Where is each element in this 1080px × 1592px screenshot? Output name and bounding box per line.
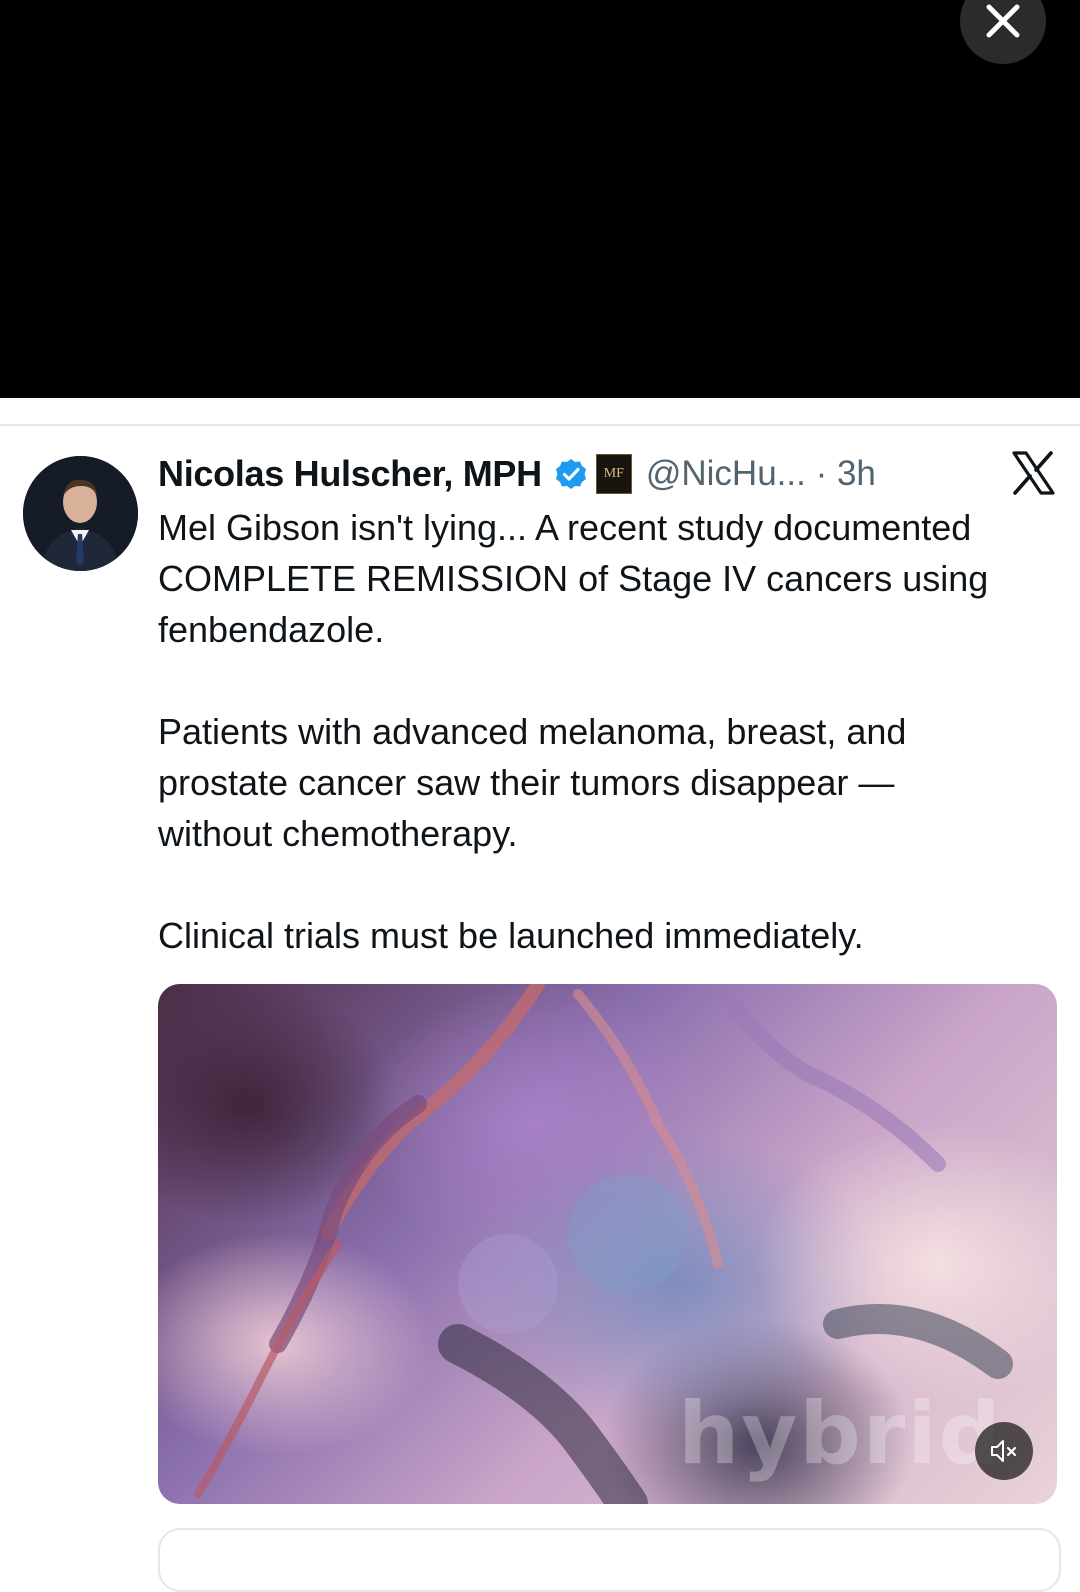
tweet-paragraph: Clinical trials must be launched immedia… — [158, 915, 864, 956]
x-logo-icon — [1012, 451, 1055, 495]
mute-button[interactable] — [975, 1422, 1033, 1480]
affiliation-badge[interactable]: MF — [595, 454, 632, 494]
avatar-photo — [23, 456, 138, 571]
close-icon — [986, 4, 1020, 38]
verified-badge-icon — [554, 457, 588, 491]
handle-and-timestamp[interactable]: @NicHu... · 3h — [646, 454, 876, 494]
tweet-video[interactable]: hybrid — [158, 984, 1057, 1504]
tweet-text: Mel Gibson isn't lying... A recent study… — [158, 502, 1068, 961]
media-viewer-backdrop — [0, 0, 1080, 398]
divider — [0, 424, 1080, 426]
tweet-paragraph: Patients with advanced melanoma, breast,… — [158, 711, 907, 854]
next-card-preview — [158, 1528, 1061, 1592]
tweet-header: Nicolas Hulscher, MPH MF @NicHu... · 3h — [158, 448, 876, 500]
avatar[interactable] — [23, 456, 138, 571]
muted-speaker-icon — [991, 1440, 1017, 1462]
video-watermark: hybrid — [678, 1384, 1003, 1484]
author-name[interactable]: Nicolas Hulscher, MPH — [158, 453, 542, 495]
tweet-paragraph: Mel Gibson isn't lying... A recent study… — [158, 507, 989, 650]
